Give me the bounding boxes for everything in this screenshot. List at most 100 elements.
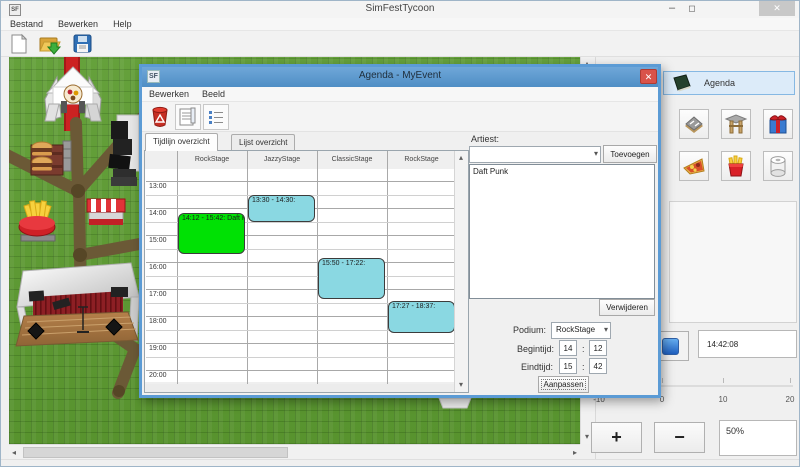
tool-gift-button[interactable] bbox=[763, 109, 793, 139]
timeline-scrollbar[interactable]: ▴ ▾ bbox=[454, 151, 468, 392]
scroll-left-icon[interactable]: ◂ bbox=[12, 449, 16, 457]
scroll-down-icon[interactable]: ▾ bbox=[585, 433, 589, 441]
tool-pizza-button[interactable] bbox=[679, 151, 709, 181]
agenda-label: Agenda bbox=[704, 78, 735, 88]
scroll-right-icon[interactable]: ▸ bbox=[573, 449, 577, 457]
pizza-icon bbox=[682, 156, 706, 176]
time-gridline bbox=[146, 181, 454, 182]
timeline-panel[interactable]: RockStageJazzyStageClassicStageRockStage… bbox=[144, 150, 469, 393]
zoom-in-button[interactable]: + bbox=[591, 422, 642, 453]
save-button[interactable] bbox=[72, 33, 96, 56]
hour-label-14:00: 14:00 bbox=[149, 210, 167, 217]
artist-list-item[interactable]: Daft Punk bbox=[473, 167, 654, 176]
time-gridline bbox=[146, 276, 454, 277]
slider-tick-label: 20 bbox=[775, 395, 800, 404]
end-time-label: Eindtijd: bbox=[521, 362, 553, 372]
slider-tick bbox=[723, 378, 724, 383]
scroll-down-icon[interactable]: ▾ bbox=[459, 381, 463, 389]
timeline-view-button[interactable] bbox=[175, 104, 201, 130]
remove-artist-button[interactable]: Verwijderen bbox=[599, 299, 655, 316]
artist-label: Artiest: bbox=[471, 134, 499, 144]
menu-item-bestand[interactable]: Bestand bbox=[10, 19, 43, 29]
hscroll-thumb[interactable] bbox=[23, 447, 288, 458]
timeline-event[interactable]: 14:12 - 15:42: Daft Punk bbox=[178, 213, 245, 254]
scroll-up-icon[interactable]: ▴ bbox=[459, 154, 463, 162]
hour-label-16:00: 16:00 bbox=[149, 264, 167, 271]
popcorn-stand[interactable] bbox=[87, 199, 125, 225]
fries-icon bbox=[726, 154, 746, 178]
artist-combo[interactable]: ▾ bbox=[469, 146, 601, 163]
road-icon bbox=[682, 114, 706, 134]
burger-stand[interactable] bbox=[31, 141, 71, 175]
slider-tick bbox=[790, 378, 791, 383]
main-toolbar bbox=[1, 31, 799, 57]
menu-item-bewerken[interactable]: Bewerken bbox=[58, 19, 98, 29]
menu-item-help[interactable]: Help bbox=[113, 19, 132, 29]
artist-listbox[interactable]: Daft Punk bbox=[469, 164, 655, 299]
time-gridline bbox=[146, 343, 454, 344]
agenda-dialog: SF Agenda - MyEvent ✕ BewerkenBeeld bbox=[139, 64, 661, 398]
maximize-button[interactable]: ◻ bbox=[685, 3, 699, 15]
info-panel bbox=[669, 201, 797, 323]
new-file-icon bbox=[8, 33, 30, 55]
main-stage[interactable] bbox=[16, 263, 139, 346]
zoom-out-button[interactable]: − bbox=[654, 422, 705, 453]
zoom-level-field[interactable]: 50% bbox=[719, 420, 797, 456]
minimize-button[interactable]: – bbox=[663, 2, 681, 16]
menu-item-bewerken[interactable]: Bewerken bbox=[149, 89, 189, 99]
apply-button[interactable]: Aanpassen bbox=[538, 376, 589, 393]
hour-label-17:00: 17:00 bbox=[149, 291, 167, 298]
gift-icon bbox=[766, 112, 790, 136]
tool-toilet-paper-button[interactable] bbox=[763, 151, 793, 181]
podium-combo[interactable]: RockStage ▾ bbox=[551, 322, 611, 339]
tool-road-button[interactable] bbox=[679, 109, 709, 139]
time-gridline bbox=[146, 357, 454, 358]
chevron-down-icon: ▾ bbox=[594, 149, 598, 158]
time-gridline bbox=[146, 262, 454, 263]
app-window: SF SimFestTycoon – ◻ ✕ BestandBewerkenHe… bbox=[0, 0, 800, 467]
delete-event-button[interactable] bbox=[147, 104, 173, 130]
new-file-button[interactable] bbox=[8, 33, 32, 56]
end-minute-field[interactable]: 42 bbox=[589, 358, 607, 374]
time-gridline bbox=[146, 370, 454, 371]
time-colon: : bbox=[582, 362, 585, 372]
main-menubar: Bestand Bewerken Help bbox=[1, 18, 799, 31]
status-strip bbox=[1, 459, 799, 467]
tab-list-overview[interactable]: Lijst overzicht bbox=[231, 134, 295, 151]
timeline-event[interactable]: 13:30 - 14:30: bbox=[248, 195, 315, 222]
column-header-jazzystage: JazzyStage bbox=[247, 153, 317, 168]
open-folder-icon bbox=[38, 33, 62, 56]
timeline-view-icon bbox=[179, 107, 197, 127]
end-hour-field[interactable]: 15 bbox=[559, 358, 577, 374]
add-artist-button[interactable]: Toevoegen bbox=[603, 145, 657, 163]
play-icon bbox=[662, 338, 679, 355]
slider-tick-label: 10 bbox=[708, 395, 738, 404]
menu-item-beeld[interactable]: Beeld bbox=[202, 89, 225, 99]
start-time-label: Begintijd: bbox=[517, 344, 554, 354]
tool-stage-button[interactable] bbox=[721, 109, 751, 139]
trash-icon bbox=[151, 106, 169, 128]
podium-combo-value: RockStage bbox=[556, 325, 595, 334]
close-button[interactable]: ✕ bbox=[759, 1, 795, 16]
fries-stand[interactable] bbox=[19, 201, 55, 241]
sidebar-item-agenda[interactable]: Agenda bbox=[663, 71, 795, 95]
podium-label: Podium: bbox=[513, 325, 546, 335]
tab-timeline-overview[interactable]: Tijdlijn overzicht bbox=[145, 133, 218, 151]
tent-fragment bbox=[439, 398, 471, 408]
start-minute-field[interactable]: 12 bbox=[589, 340, 607, 356]
hour-label-18:00: 18:00 bbox=[149, 318, 167, 325]
dialog-toolbar bbox=[142, 102, 658, 132]
timeline-event[interactable]: 15:50 - 17:22: bbox=[318, 258, 385, 299]
start-hour-field[interactable]: 14 bbox=[559, 340, 577, 356]
hour-label-15:00: 15:00 bbox=[149, 237, 167, 244]
map-horizontal-scrollbar[interactable]: ◂ ▸ bbox=[9, 444, 580, 459]
timeline-event[interactable]: 17:27 - 18:37: bbox=[388, 301, 455, 333]
toilet-paper-icon bbox=[767, 154, 789, 178]
tool-fries-button[interactable] bbox=[721, 151, 751, 181]
open-file-button[interactable] bbox=[38, 33, 62, 56]
dialog-close-button[interactable]: ✕ bbox=[640, 69, 657, 84]
list-view-icon bbox=[207, 108, 225, 126]
time-gridline bbox=[146, 289, 454, 290]
agenda-book-icon bbox=[672, 74, 692, 92]
list-view-button[interactable] bbox=[203, 104, 229, 130]
